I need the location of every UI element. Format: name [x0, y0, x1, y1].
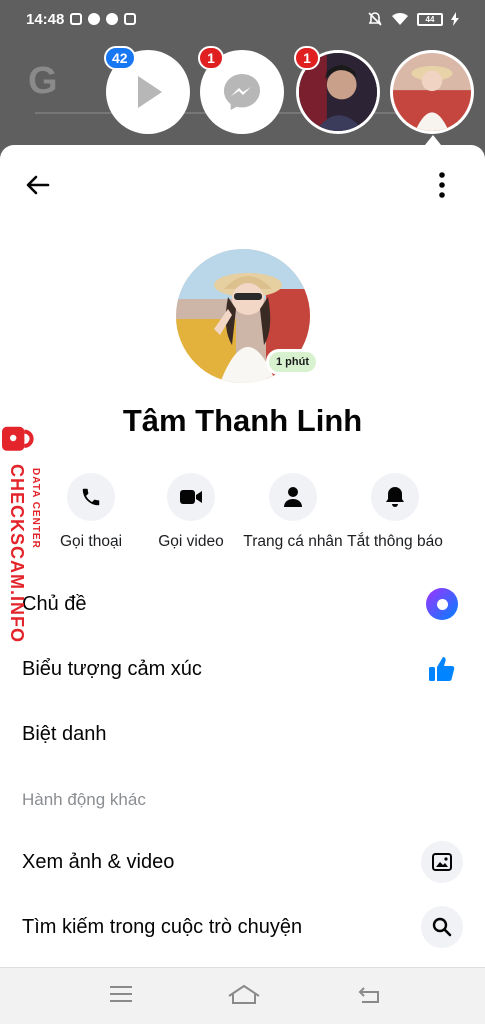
chat-head-messenger[interactable]: 1 — [198, 46, 284, 134]
active-status-badge: 1 phút — [266, 349, 319, 375]
wifi-icon — [392, 12, 408, 25]
conversation-details-sheet: 1 phút Tâm Thanh Linh Gọi thoại Gọi vide… — [0, 145, 485, 967]
sheet-top-bar — [0, 165, 485, 205]
video-camera-icon — [167, 473, 215, 521]
unread-badge: 1 — [198, 46, 224, 70]
more-options-button[interactable] — [435, 169, 449, 201]
thumbs-up-icon — [421, 648, 463, 690]
chat-head-pointer — [425, 135, 441, 145]
checkscam-watermark: CHECKSCAM.INFO DATA CENTER — [2, 420, 54, 660]
status-time: 14:48 — [26, 10, 65, 28]
more-actions-heading: Hành động khác — [22, 790, 146, 809]
profile-button[interactable]: Trang cá nhân — [238, 473, 348, 551]
chat-heads-bar: 42 1 1 — [0, 46, 485, 140]
active-chat-avatar-image — [393, 53, 471, 131]
battery-indicator: 44 — [417, 12, 443, 26]
view-media-label: Xem ảnh & video — [22, 850, 175, 873]
menu-button[interactable] — [108, 982, 138, 1010]
emoji-label: Biểu tượng cảm xúc — [22, 657, 202, 680]
theme-row[interactable]: Chủ đề — [22, 582, 463, 626]
view-media-row[interactable]: Xem ảnh & video — [22, 840, 463, 884]
nicknames-label: Biệt danh — [22, 722, 107, 745]
theme-color-icon — [426, 588, 458, 620]
home-icon — [228, 984, 260, 1004]
status-bar: 14:48 44 — [0, 0, 485, 38]
bell-icon — [371, 473, 419, 521]
chat-head-play[interactable]: 42 — [104, 46, 190, 134]
facebook-notification-icon — [124, 13, 137, 25]
lock-logo-icon — [2, 426, 34, 451]
image-icon — [421, 841, 463, 883]
profile-label: Trang cá nhân — [243, 533, 343, 550]
unread-badge: 1 — [294, 46, 320, 70]
messenger-notification-icon-2 — [106, 13, 119, 25]
back-nav-icon — [358, 987, 379, 1003]
video-call-button[interactable]: Gọi video — [136, 473, 246, 551]
mute-notifications-label: Tắt thông báo — [347, 533, 443, 550]
video-call-label: Gọi video — [158, 533, 224, 550]
unread-badge: 42 — [104, 46, 136, 70]
system-navigation-bar — [0, 967, 485, 1024]
profile-name: Tâm Thanh Linh — [122, 403, 363, 438]
vertical-dots-icon — [439, 172, 445, 198]
back-button[interactable] — [22, 169, 54, 201]
notification-icon — [70, 13, 83, 25]
back-nav-button[interactable] — [356, 982, 386, 1010]
watermark-brand: CHECKSCAM.INFO — [7, 464, 27, 643]
search-conversation-label: Tìm kiếm trong cuộc trò chuyện — [22, 915, 303, 938]
watermark-subtitle: DATA CENTER — [30, 468, 41, 549]
search-icon — [421, 906, 463, 948]
mute-icon — [368, 12, 382, 26]
person-icon — [269, 473, 317, 521]
search-conversation-row[interactable]: Tìm kiếm trong cuộc trò chuyện — [22, 905, 463, 949]
emoji-row[interactable]: Biểu tượng cảm xúc — [22, 647, 463, 691]
messenger-notification-icon — [88, 13, 101, 25]
nicknames-row[interactable]: Biệt danh — [22, 712, 463, 756]
back-arrow-icon — [26, 175, 50, 195]
theme-indicator — [421, 583, 463, 625]
messenger-icon — [224, 74, 260, 110]
chat-head-active[interactable] — [390, 50, 474, 134]
mute-notifications-button[interactable]: Tắt thông báo — [340, 473, 450, 551]
charging-icon — [451, 12, 459, 26]
home-button[interactable] — [226, 982, 262, 1010]
hamburger-icon — [110, 986, 132, 1002]
play-icon — [138, 76, 162, 108]
phone-icon — [67, 473, 115, 521]
